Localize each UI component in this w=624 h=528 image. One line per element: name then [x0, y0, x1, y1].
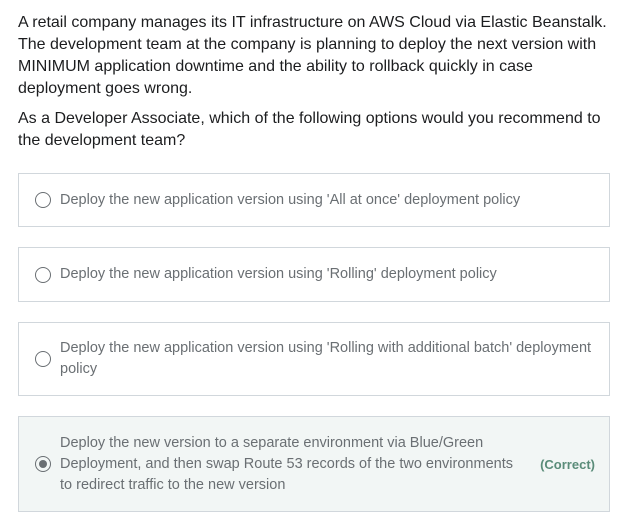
- option-all-at-once[interactable]: Deploy the new application version using…: [18, 173, 610, 227]
- radio-button-icon[interactable]: [35, 192, 51, 208]
- option-blue-green[interactable]: Deploy the new version to a separate env…: [18, 416, 610, 512]
- question-paragraph-1: A retail company manages its IT infrastr…: [18, 14, 607, 97]
- radio-button-icon[interactable]: [35, 266, 51, 283]
- question-text: A retail company manages its IT infrastr…: [18, 12, 618, 152]
- option-label: Deploy the new application version using…: [60, 266, 497, 282]
- correct-badge: (Correct): [540, 456, 595, 472]
- radio-button-icon[interactable]: [35, 351, 51, 367]
- option-rolling-additional-batch[interactable]: Deploy the new application version using…: [18, 322, 610, 396]
- option-rolling[interactable]: Deploy the new application version using…: [18, 247, 610, 302]
- option-label: Deploy the new application version using…: [60, 340, 592, 377]
- option-label: Deploy the new application version using…: [60, 191, 521, 208]
- question-paragraph-2: As a Developer Associate, which of the f…: [18, 110, 601, 149]
- option-label: Deploy the new version to a separate env…: [60, 434, 513, 493]
- radio-button-selected-icon[interactable]: [35, 456, 51, 472]
